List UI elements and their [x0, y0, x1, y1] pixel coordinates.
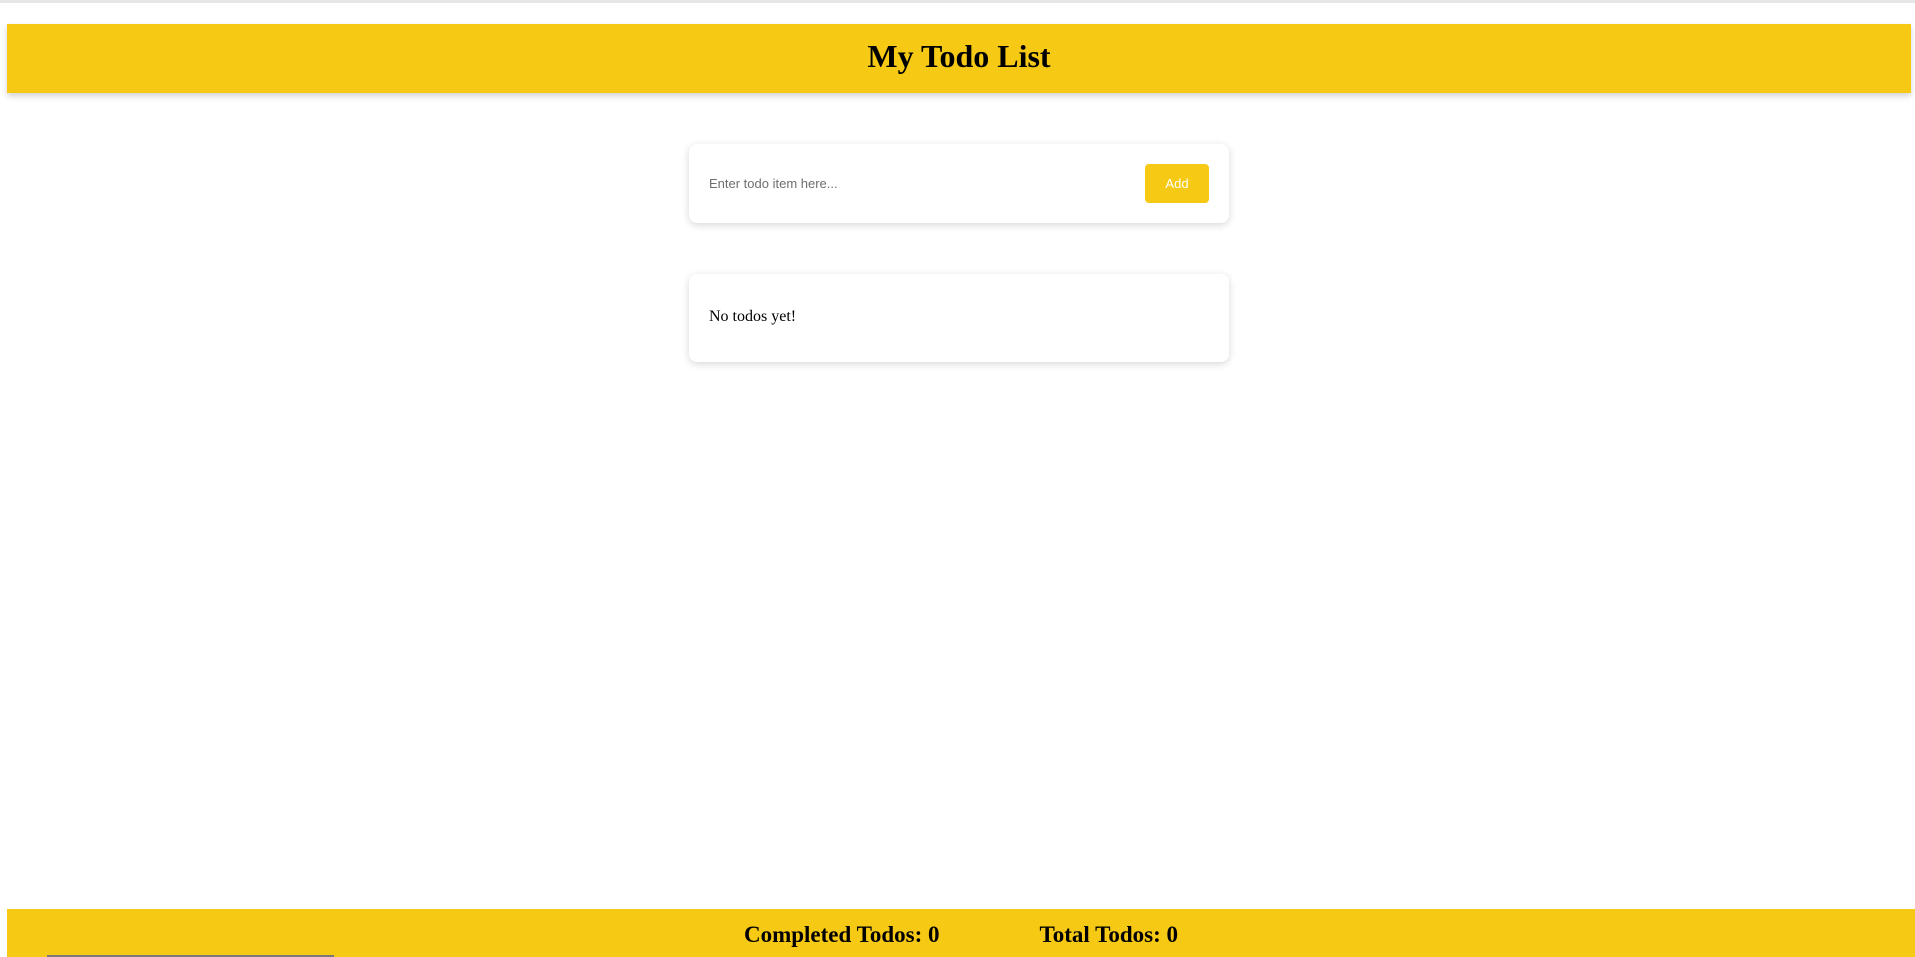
empty-todos-message: No todos yet! [709, 308, 797, 325]
completed-todos-count: Completed Todos: 0 [743, 922, 940, 947]
todo-list-card: No todos yet! [689, 274, 1229, 362]
todo-input[interactable] [705, 164, 1133, 202]
stats-footer: Completed Todos: 0 Total Todos: 0 [7, 909, 1915, 957]
add-button[interactable]: Add [1145, 164, 1209, 203]
app-header: My Todo List [7, 24, 1911, 93]
add-todo-card: Add [689, 144, 1229, 223]
total-todos-count: Total Todos: 0 [1039, 922, 1179, 947]
page-title: My Todo List [867, 38, 1051, 74]
top-divider [0, 0, 1915, 3]
